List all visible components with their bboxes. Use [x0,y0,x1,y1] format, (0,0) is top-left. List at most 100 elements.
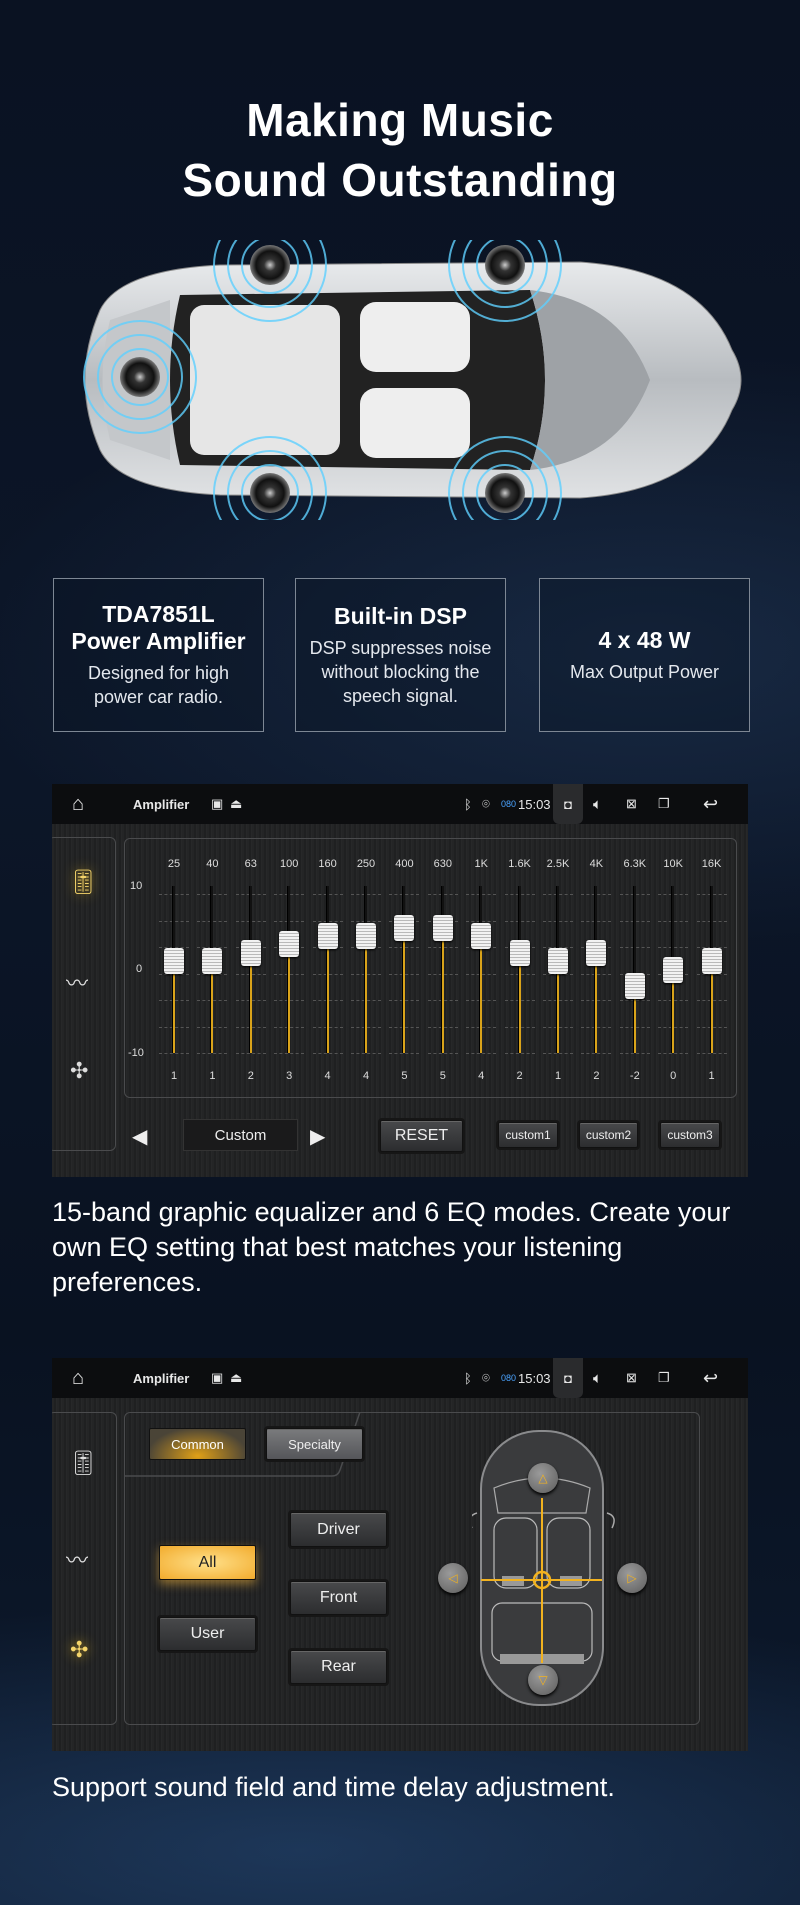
band-label: 100 [280,858,299,870]
slider-fill [365,936,367,1053]
image-icon: ▣ [211,796,224,811]
custom3-button[interactable]: custom3 [660,1122,720,1148]
slider-knob-10K[interactable] [663,956,684,983]
back-icon[interactable]: ↩ [703,784,718,824]
clock: 15:03 [518,796,551,812]
feature-heading: Built-in DSP [334,602,467,629]
axis-label-zero: 0 [136,963,143,975]
waveform-icon[interactable]: 〰 [66,1543,88,1575]
equalizer-caption: 15-band graphic equalizer and 6 EQ modes… [52,1197,731,1297]
sound-field-screen: ⌂ Amplifier ▣ ⏏ ᛒ ⌾ 080 15:03 ◘ 🔈︎ ⊠ ❐ ↩… [52,1358,748,1751]
location-icon: ⌾ [482,796,490,811]
band-value: 5 [401,1070,408,1082]
mode-all-button[interactable]: All [159,1545,256,1580]
waveform-icon[interactable]: 〰 [66,966,88,998]
band-label: 400 [395,858,414,870]
move-right-button[interactable]: ▷ [617,1563,647,1593]
balance-icon[interactable]: ✣ [70,1637,88,1663]
usb-icon: ⏏ [230,796,243,811]
slider-fill [557,961,559,1053]
close-box-icon[interactable]: ⊠ [626,784,637,824]
speaker-rear [120,357,160,397]
speaker-front-right [485,245,525,285]
band-value: 4 [478,1070,485,1082]
slider-knob-250[interactable] [356,923,376,950]
slider-knob-1.6K[interactable] [509,939,530,966]
side-menu: 🎚︎ 〰 ✣ [52,1412,117,1725]
custom2-button[interactable]: custom2 [579,1122,638,1148]
move-down-button[interactable]: ▽ [528,1665,558,1695]
camera-icon[interactable]: ◘ [553,1358,583,1398]
move-left-button[interactable]: ◁ [438,1563,468,1593]
image-icon: ▣ [211,1370,224,1385]
band-value: 2 [516,1070,523,1082]
move-up-button[interactable]: △ [528,1463,558,1493]
slider-knob-2.5K[interactable] [548,948,568,975]
equalizer-icon[interactable]: 🎚︎ [68,868,98,897]
bluetooth-icon: ᛒ [464,796,472,812]
windows-icon[interactable]: ❐ [658,1358,670,1398]
slider-knob-100[interactable] [279,931,300,958]
back-icon[interactable]: ↩ [703,1358,718,1398]
prev-preset-arrow[interactable]: ◀ [132,1124,147,1149]
title-line-2: Sound Outstanding [182,154,618,206]
volume-icon[interactable]: 🔈︎ [593,784,602,824]
usb-icon: ⏏ [230,1370,243,1385]
speaker-rear-left [250,473,290,513]
next-preset-arrow[interactable]: ▶ [310,1124,325,1149]
slider-knob-4K[interactable] [586,939,607,966]
volume-icon[interactable]: 🔈︎ [593,1358,602,1398]
slider-knob-25[interactable] [164,948,184,975]
band-label: 630 [433,858,452,870]
gridline [159,1053,189,1054]
band-value: -2 [629,1070,640,1082]
home-icon[interactable]: ⌂ [72,784,84,824]
car-speaker-illustration [83,240,742,520]
band-value: 5 [439,1070,446,1082]
band-label: 160 [318,858,337,870]
windows-icon[interactable]: ❐ [658,784,670,824]
equalizer-screen: ⌂ Amplifier ▣ ⏏ ᛒ ⌾ 080 15:03 ◘ 🔈︎ ⊠ ❐ ↩… [52,784,748,1177]
equalizer-icon[interactable]: 🎚︎ [68,1449,98,1478]
slider-knob-6.3K[interactable] [624,973,645,1000]
home-icon[interactable]: ⌂ [72,1358,84,1398]
band-label: 16K [701,858,722,870]
slider-fill [249,952,252,1053]
camera-icon[interactable]: ◘ [553,784,583,824]
band-label: 10K [663,858,683,870]
slider-knob-63[interactable] [240,939,261,966]
band-value: 2 [593,1070,600,1082]
slider-knob-40[interactable] [202,948,223,975]
slider-knob-630[interactable] [432,914,453,941]
slider-knob-400[interactable] [394,914,415,941]
bluetooth-icon: ᛒ [464,1370,472,1386]
reset-button[interactable]: RESET [380,1120,463,1152]
slider-knob-1K[interactable] [471,923,492,950]
position-driver-button[interactable]: Driver [290,1512,387,1547]
mode-user-button[interactable]: User [159,1617,256,1651]
custom1-button[interactable]: custom1 [498,1122,558,1148]
band-label: 1K [474,858,488,870]
band-label: 6.3K [623,858,647,870]
badge: 080 [501,1373,517,1383]
gridline [274,1053,305,1054]
band-value: 1 [209,1070,216,1082]
gridline [235,1053,266,1054]
feature-amplifier: TDA7851L Power Amplifier Designed for hi… [53,578,264,732]
gridline [504,1053,535,1054]
feature-body: Designed for high power car radio. [87,663,230,707]
position-front-button[interactable]: Front [290,1581,387,1615]
side-menu: 🎚︎ 〰 ✣ [52,837,116,1151]
balance-icon[interactable]: ✣ [70,1058,88,1084]
slider-knob-16K[interactable] [701,948,722,975]
tab-common[interactable]: Common [149,1428,246,1460]
gridline [389,1053,420,1054]
tab-specialty[interactable]: Specialty [266,1428,363,1460]
slider-fill [710,961,713,1053]
feature-heading: 4 x 48 W [598,626,691,653]
gridline [312,1053,343,1054]
position-rear-button[interactable]: Rear [290,1650,387,1684]
slider-knob-160[interactable] [317,923,338,950]
close-box-icon[interactable]: ⊠ [626,1358,637,1398]
feature-body: DSP suppresses noise without blocking th… [309,637,492,706]
